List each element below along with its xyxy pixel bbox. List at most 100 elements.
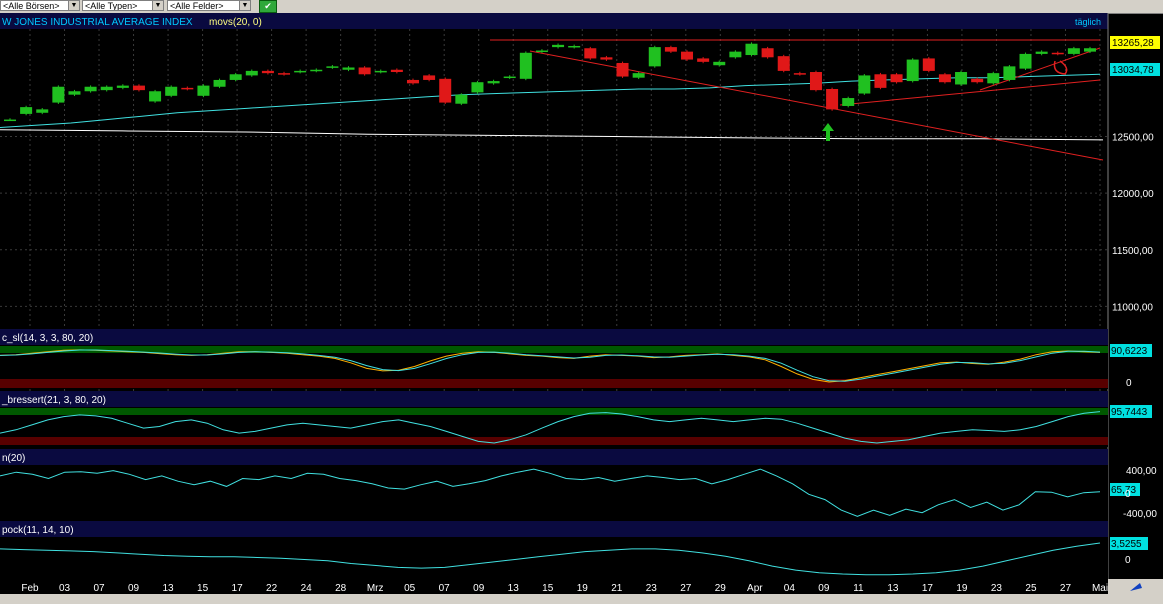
candle-body [390,69,403,73]
field-filter-value: <Alle Felder> [170,1,224,11]
candle-body [1003,66,1016,80]
candle-body [423,75,436,80]
candle-body [4,119,16,122]
candle-body [278,73,291,75]
panel4-title: pock(11, 14, 10) [2,525,74,536]
candle-body [245,70,258,76]
chart-area[interactable]: W JONES INDUSTRIAL AVERAGE INDEX movs(20… [0,13,1163,604]
x-tick-label: 28 [335,583,347,594]
candle-body [68,91,81,95]
candle-body [326,66,339,68]
corner-box [1108,579,1163,594]
candle-body [729,51,742,58]
chevron-down-icon: ▼ [239,1,250,10]
panel2-title: _bressert(21, 3, 80, 20) [1,395,106,406]
panel3-title: n(20) [2,453,25,464]
candle-body [294,70,307,73]
candle-body [519,52,532,79]
apply-filter-button[interactable]: ✔ [259,0,277,13]
candle-body [310,69,323,72]
panel4-tick-zero: 0 [1125,555,1131,566]
candle-body [455,94,468,104]
candle-body [132,85,145,91]
field-filter-dropdown[interactable]: <Alle Felder> ▼ [167,0,251,11]
candle-body [584,48,597,59]
x-tick-label: 27 [1060,583,1072,594]
candle-body [858,75,871,94]
panel3-plot [0,465,1108,521]
x-tick-label: 23 [646,583,658,594]
candle-body [116,85,129,88]
candle-body [84,86,97,92]
panel1-value: 90,6223 [1111,346,1148,357]
candle-body [600,57,613,60]
candle-body [745,43,758,56]
candle-body [955,72,968,85]
x-tick-label: 15 [197,583,209,594]
candle-body [681,51,694,60]
exchange-filter-value: <Alle Börsen> [3,1,60,11]
candle-body [552,44,565,48]
x-tick-label: 11 [853,583,864,594]
candle-body [648,47,661,67]
panel3-value: 65,73 [1111,485,1136,496]
x-tick-label: 05 [404,583,416,594]
candle-body [406,79,419,84]
candle-body [971,78,984,83]
panel3-tick-neg400: -400,00 [1123,509,1157,520]
candle-body [809,72,822,91]
panel4-value: 3,5255 [1111,539,1142,550]
x-tick-label: 15 [542,583,554,594]
exchange-filter-dropdown[interactable]: <Alle Börsen> ▼ [0,0,80,11]
x-tick-label: 07 [439,583,451,594]
candle-body [922,58,935,71]
candle-body [197,85,210,96]
type-filter-value: <Alle Typen> [85,1,138,11]
candle-body [1067,48,1080,54]
x-tick-label: 09 [818,583,830,594]
candle-body [439,78,452,103]
candle-body [826,89,839,110]
x-tick-label: 17 [232,583,244,594]
y-tick-label: 12500,00 [1112,133,1154,144]
candle-body [664,47,677,52]
candle-body [906,59,919,82]
sheet-tab-bar [0,594,1163,604]
bressert-panel[interactable]: _bressert(21, 3, 80, 20) 95,7443 [0,391,1152,447]
x-tick-label: 21 [611,583,623,594]
x-tick-label: 22 [266,583,278,594]
main-title: W JONES INDUSTRIAL AVERAGE INDEX [2,17,193,28]
candle-body [213,79,226,87]
x-tick-label: 04 [784,583,796,594]
price-label: 13265,28 [1112,38,1154,49]
candle-body [503,76,516,79]
y-tick-label: 11000,00 [1112,302,1153,313]
momentum-panel[interactable]: n(20) 65,73 400,00 0 -400,00 [0,449,1157,521]
panel4-title-bar [0,521,1108,537]
panel4-plot [0,537,1108,579]
candle-body [20,107,33,114]
x-tick-label: 27 [680,583,692,594]
x-tick-label: 25 [1025,583,1037,594]
x-tick-label: 03 [59,583,71,594]
main-plot-area[interactable] [0,29,1108,329]
period-label: täglich [1075,17,1101,27]
candle-body [890,74,903,83]
candle-body [165,86,178,96]
x-tick-label: 09 [473,583,485,594]
x-tick-label: Mrz [367,583,384,594]
candle-body [1019,53,1032,69]
candle-body [1035,51,1048,54]
type-filter-dropdown[interactable]: <Alle Typen> ▼ [82,0,164,11]
x-tick-label: Apr [747,583,763,594]
x-tick-label: 19 [577,583,589,594]
overbought-zone [0,346,1108,353]
stochastic-panel[interactable]: c_sl(14, 3, 3, 80, 20) 90,6223 0 [0,329,1152,389]
panel2-oversold-zone [0,437,1108,445]
candle-body [987,73,1000,84]
coppock-panel[interactable]: pock(11, 14, 10) 3,5255 0 [0,521,1148,579]
panel1-title: c_sl(14, 3, 3, 80, 20) [2,333,93,344]
candle-body [487,81,500,84]
y-tick-label: 12000,00 [1112,189,1154,200]
candle-body [793,73,806,75]
